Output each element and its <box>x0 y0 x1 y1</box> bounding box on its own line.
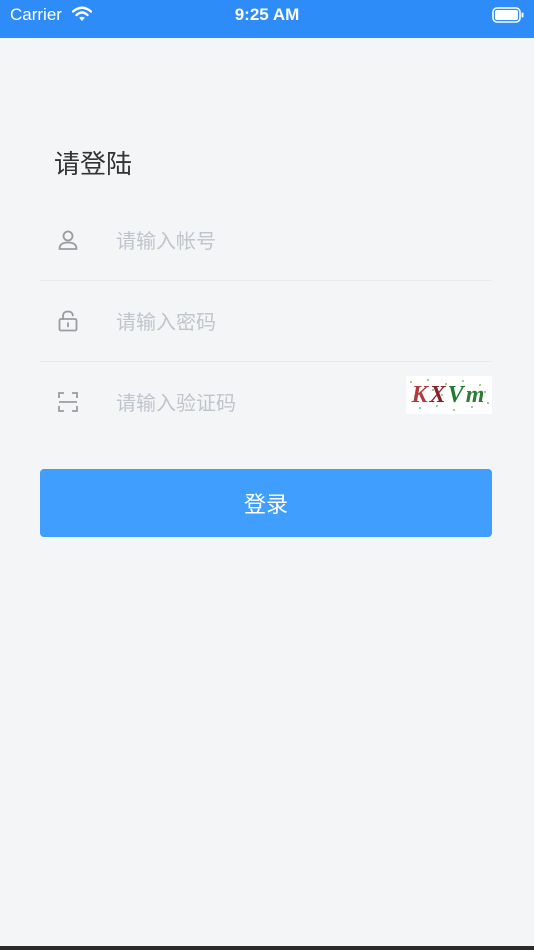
captcha-char: K <box>411 382 430 408</box>
captcha-image[interactable]: KXVm <box>406 376 492 414</box>
captcha-code: KXVm <box>406 382 492 408</box>
battery-full-icon <box>492 7 524 23</box>
bottom-edge <box>0 946 534 950</box>
captcha-char: X <box>429 382 448 408</box>
account-input[interactable] <box>116 226 396 256</box>
unlock-icon <box>56 309 80 333</box>
captcha-input[interactable] <box>116 388 396 418</box>
status-bar: Carrier 9:25 AM <box>0 0 534 38</box>
captcha-char: V <box>447 382 466 408</box>
user-icon <box>56 228 80 252</box>
scan-icon <box>56 390 80 414</box>
account-row <box>40 200 492 281</box>
password-row <box>40 281 492 362</box>
page-title: 请登陆 <box>54 150 133 180</box>
status-time: 9:25 AM <box>234 5 300 24</box>
password-input[interactable] <box>116 307 396 337</box>
captcha-row: KXVm <box>40 362 492 442</box>
captcha-char: m <box>465 382 487 408</box>
login-button[interactable]: 登录 <box>40 469 492 537</box>
